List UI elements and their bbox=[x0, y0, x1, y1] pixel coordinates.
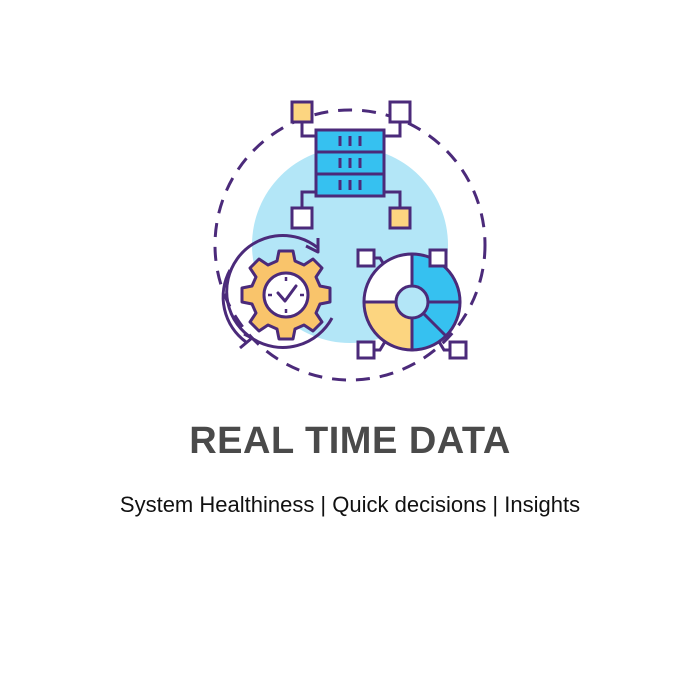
real-time-data-illustration bbox=[213, 100, 487, 382]
page: REAL TIME DATA System Healthiness | Quic… bbox=[0, 0, 700, 700]
page-title: REAL TIME DATA bbox=[189, 420, 511, 462]
page-subtitle: System Healthiness | Quick decisions | I… bbox=[119, 492, 581, 517]
pie-chart-icon bbox=[356, 248, 468, 360]
